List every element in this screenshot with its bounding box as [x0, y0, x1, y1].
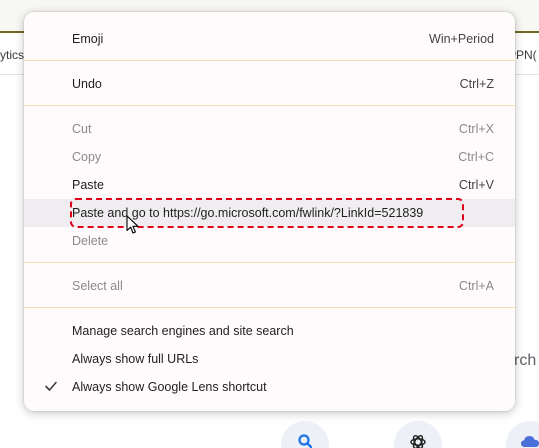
menu-item-label: Always show full URLs: [72, 352, 199, 366]
menu-item-delete[interactable]: Delete: [24, 227, 515, 255]
menu-item-label: Cut: [72, 122, 92, 136]
menu-item-shortcut: Win+Period: [429, 32, 494, 46]
menu-item-shortcut: Ctrl+C: [458, 150, 494, 164]
search-icon: [298, 434, 313, 448]
menu-item-shortcut: Ctrl+V: [458, 178, 494, 192]
menu-item-label: Emoji: [72, 32, 104, 46]
cloud-icon: [521, 436, 539, 447]
menu-item-shortcut: Ctrl+A: [458, 279, 494, 293]
menu-separator: [24, 262, 515, 263]
context-menu: Emoji Win+Period Undo Ctrl+Z Cut Ctrl+X …: [24, 12, 515, 411]
shortcut-tile-openai[interactable]: [394, 421, 442, 448]
menu-item-copy[interactable]: Copy Ctrl+C: [24, 143, 515, 171]
menu-item-cut[interactable]: Cut Ctrl+X: [24, 115, 515, 143]
menu-separator: [24, 307, 515, 308]
bookmark-item-left[interactable]: ytics: [0, 48, 24, 62]
menu-separator: [24, 60, 515, 61]
menu-item-shortcut: Ctrl+Z: [459, 77, 494, 91]
menu-item-label: Select all: [72, 279, 123, 293]
menu-item-always-show-full-urls[interactable]: Always show full URLs: [24, 345, 515, 373]
menu-item-label: Paste: [72, 178, 104, 192]
menu-item-label: Copy: [72, 150, 102, 164]
menu-item-shortcut: Ctrl+X: [458, 122, 494, 136]
menu-item-undo[interactable]: Undo Ctrl+Z: [24, 70, 515, 98]
menu-item-label: Always show Google Lens shortcut: [72, 380, 267, 394]
openai-icon: [410, 435, 426, 448]
menu-item-label: Manage search engines and site search: [72, 324, 294, 338]
checkmark-icon: [45, 381, 57, 391]
mouse-cursor-icon: [126, 215, 139, 234]
menu-separator: [24, 105, 515, 106]
menu-item-emoji[interactable]: Emoji Win+Period: [24, 25, 515, 53]
menu-item-label: Delete: [72, 234, 109, 248]
new-tab-search-placeholder[interactable]: rch: [514, 352, 536, 370]
menu-item-always-show-lens-shortcut[interactable]: Always show Google Lens shortcut: [24, 373, 515, 401]
shortcut-tile-search[interactable]: [281, 421, 329, 448]
shortcut-tile-cloud[interactable]: [506, 421, 539, 448]
menu-item-label: Undo: [72, 77, 102, 91]
menu-item-select-all[interactable]: Select all Ctrl+A: [24, 272, 515, 300]
menu-item-manage-search-engines[interactable]: Manage search engines and site search: [24, 317, 515, 345]
menu-item-paste[interactable]: Paste Ctrl+V: [24, 171, 515, 199]
